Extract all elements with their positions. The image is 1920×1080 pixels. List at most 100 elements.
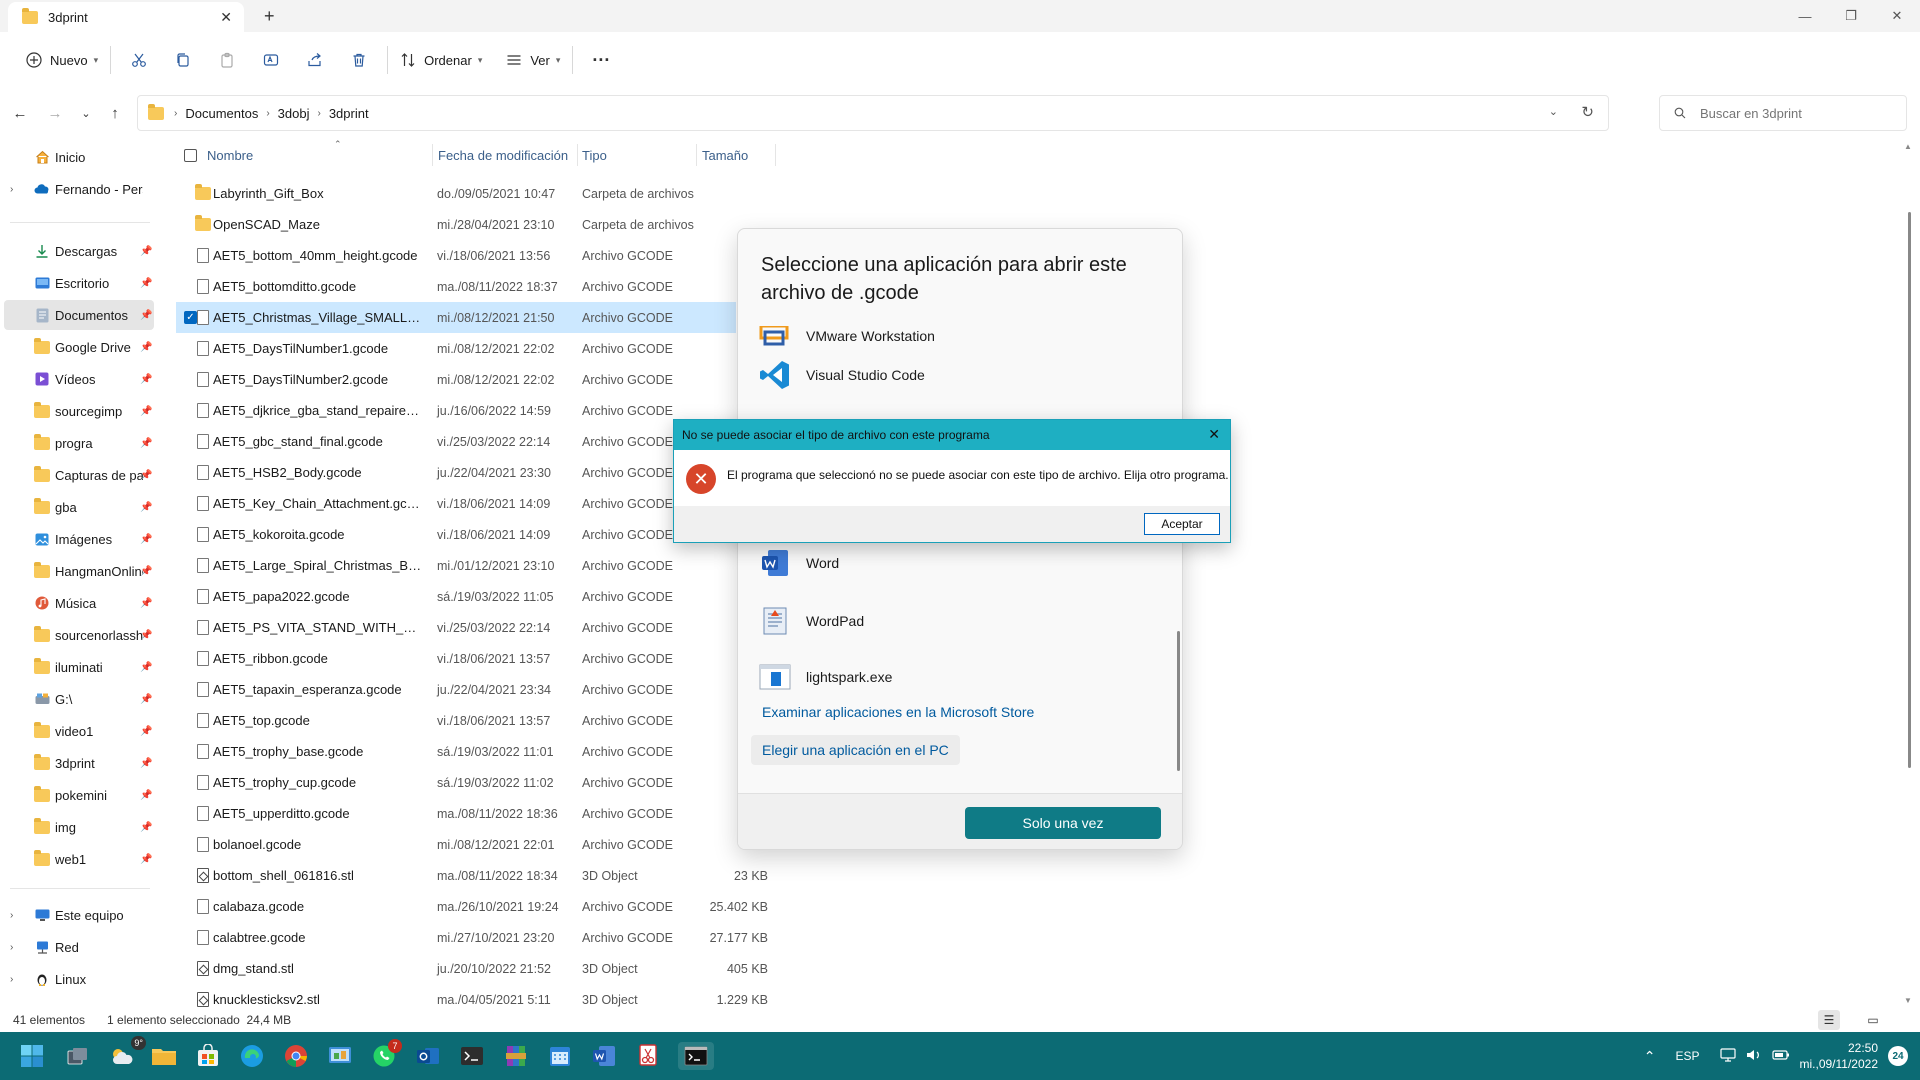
tab-3dprint[interactable]: 3dprint ✕	[8, 2, 244, 32]
chrome-browser-icon[interactable]	[282, 1042, 310, 1070]
app-option-word[interactable]: Word	[758, 541, 1158, 585]
sidebar-item-imagenes[interactable]: Imágenes 📌	[0, 524, 158, 554]
network-status-icon[interactable]	[1719, 1047, 1736, 1065]
pin-icon[interactable]: 📌	[140, 662, 152, 673]
table-row[interactable]: AET5_papa2022.gcode sá./19/03/2022 11:05 A…	[176, 581, 776, 612]
scroll-up-arrow-icon[interactable]: ▲	[1904, 142, 1912, 151]
control-panel-icon[interactable]	[326, 1042, 354, 1070]
search-box[interactable]	[1659, 95, 1907, 131]
sidebar-item-sourcegimp[interactable]: sourcegimp 📌	[0, 396, 158, 426]
pin-icon[interactable]: 📌	[140, 598, 152, 609]
sidebar-item-linux[interactable]: › Linux	[0, 964, 158, 994]
sidebar-item-img[interactable]: img 📌	[0, 812, 158, 842]
pin-icon[interactable]: 📌	[140, 854, 152, 865]
app-option-vscode[interactable]: Visual Studio Code	[758, 353, 1158, 397]
sidebar-item-progra[interactable]: progra 📌	[0, 428, 158, 458]
close-icon[interactable]: ✕	[1208, 426, 1220, 443]
column-divider[interactable]	[577, 144, 578, 166]
rename-button[interactable]	[249, 42, 293, 78]
sidebar-item-drive-g[interactable]: G:\ 📌	[0, 684, 158, 714]
table-row[interactable]: AET5_trophy_base.gcode sá./19/03/2022 11:…	[176, 736, 776, 767]
table-row[interactable]: calabtree.gcode mi./27/10/2021 23:20 Archi…	[176, 922, 776, 953]
pin-icon[interactable]: 📌	[140, 278, 152, 289]
details-view-icon[interactable]: ☰	[1818, 1010, 1840, 1030]
minimize-button[interactable]: —	[1782, 0, 1828, 32]
pin-icon[interactable]: 📌	[140, 726, 152, 737]
sidebar-item-red[interactable]: › Red	[0, 932, 158, 962]
column-divider[interactable]	[775, 144, 776, 166]
pin-icon[interactable]: 📌	[140, 406, 152, 417]
just-once-button[interactable]: Solo una vez	[965, 807, 1161, 839]
app-option-lightspark[interactable]: lightspark.exe	[758, 655, 1158, 699]
file-explorer-icon[interactable]	[150, 1042, 178, 1070]
table-row[interactable]: AET5_Large_Spiral_Christmas_Ball_wit... m…	[176, 550, 776, 581]
sidebar-item-videos[interactable]: Vídeos 📌	[0, 364, 158, 394]
pin-icon[interactable]: 📌	[140, 470, 152, 481]
table-row[interactable]: AET5_PS_VITA_STAND_WITH_LOGO.gc... vi./25…	[176, 612, 776, 643]
battery-icon[interactable]	[1771, 1048, 1790, 1065]
microsoft-store-link[interactable]: Examinar aplicaciones en la Microsoft St…	[762, 704, 1034, 720]
sidebar-item-onedrive[interactable]: › Fernando - Persona	[0, 174, 158, 204]
new-button[interactable]: Nuevo ▾	[20, 42, 104, 78]
search-input[interactable]	[1700, 105, 1890, 121]
pin-icon[interactable]: 📌	[140, 566, 152, 577]
table-row[interactable]: AET5_upperditto.gcode ma./08/11/2022 18:3…	[176, 798, 776, 829]
weather-widget-icon[interactable]: 9°	[108, 1036, 146, 1070]
address-history-chevron-icon[interactable]: ⌄	[1549, 105, 1558, 118]
table-row[interactable]: AET5_top.gcode vi./18/06/2021 13:57 Archiv…	[176, 705, 776, 736]
whatsapp-icon[interactable]: 7	[370, 1039, 402, 1070]
table-row[interactable]: AET5_bottomditto.gcode ma./08/11/2022 18:…	[176, 271, 776, 302]
breadcrumb-documentos[interactable]: Documentos	[185, 106, 258, 121]
select-all-header[interactable]	[184, 140, 204, 170]
tiles-view-icon[interactable]: ▭	[1862, 1010, 1884, 1030]
start-windows-icon[interactable]	[18, 1042, 46, 1070]
choose-app-on-pc-link[interactable]: Elegir una aplicación en el PC	[751, 735, 960, 765]
table-row[interactable]: AET5_bottom_40mm_height.gcode vi./18/06/2…	[176, 240, 776, 271]
word-app-icon[interactable]	[590, 1042, 618, 1070]
sidebar-item-documentos[interactable]: Documentos 📌	[4, 300, 154, 330]
table-row[interactable]: AET5_ribbon.gcode vi./18/06/2021 13:57 Arc…	[176, 643, 776, 674]
new-tab-button[interactable]: +	[264, 6, 275, 27]
table-row[interactable]: calabaza.gcode ma./26/10/2021 19:24 Archiv…	[176, 891, 776, 922]
breadcrumb-3dobj[interactable]: 3dobj	[278, 106, 310, 121]
chevron-right-icon[interactable]: ›	[10, 184, 13, 195]
select-all-checkbox[interactable]	[184, 148, 197, 162]
table-row[interactable]: dmg_stand.stl ju./20/10/2022 21:52 3D Obje…	[176, 953, 776, 984]
show-hidden-icons-chevron-icon[interactable]: ⌃	[1644, 1048, 1656, 1065]
delete-button[interactable]	[337, 42, 381, 78]
sidebar-item-hangmanonline[interactable]: HangmanOnline 📌	[0, 556, 158, 586]
edge-browser-icon[interactable]	[238, 1042, 266, 1070]
app-option-vmware[interactable]: VMware Workstation	[758, 319, 1158, 353]
address-bar[interactable]: › Documentos › 3dobj › 3dprint ⌄ ↻	[137, 95, 1609, 131]
cut-button[interactable]	[117, 42, 161, 78]
up-button[interactable]: ↑	[103, 101, 127, 125]
vertical-scrollbar[interactable]	[1908, 212, 1911, 768]
share-button[interactable]	[293, 42, 337, 78]
pin-icon[interactable]: 📌	[140, 822, 152, 833]
sidebar-item-pokemini[interactable]: pokemini 📌	[0, 780, 158, 810]
outlook-icon[interactable]	[414, 1042, 442, 1070]
sidebar-item-descargas[interactable]: Descargas 📌	[0, 236, 158, 266]
table-row[interactable]: Labyrinth_Gift_Box do./09/05/2021 10:47 Ca…	[176, 178, 776, 209]
table-row[interactable]: OpenSCAD_Maze mi./28/04/2021 23:10 Carpeta…	[176, 209, 776, 240]
forward-button[interactable]: →	[43, 101, 67, 125]
column-header-size[interactable]: Tamaño	[702, 140, 772, 170]
table-row[interactable]: bottom_shell_061816.stl ma./08/11/2022 18…	[176, 860, 776, 891]
table-row[interactable]: AET5_tapaxin_esperanza.gcode ju./22/04/20…	[176, 674, 776, 705]
table-row[interactable]: bolanoel.gcode mi./08/12/2021 22:01 Archiv…	[176, 829, 776, 860]
close-window-button[interactable]: ✕	[1874, 0, 1920, 32]
sidebar-item-iluminati[interactable]: iluminati 📌	[0, 652, 158, 682]
refresh-icon[interactable]: ↻	[1581, 103, 1594, 121]
scroll-down-arrow-icon[interactable]: ▼	[1904, 996, 1912, 1005]
terminal-icon[interactable]	[458, 1042, 486, 1070]
tab-close-icon[interactable]: ✕	[220, 9, 232, 26]
table-row[interactable]: AET5_DaysTilNumber1.gcode mi./08/12/2021 …	[176, 333, 776, 364]
sidebar-item-inicio[interactable]: Inicio	[0, 142, 158, 172]
pin-icon[interactable]: 📌	[140, 534, 152, 545]
sidebar-item-video1[interactable]: video1 📌	[0, 716, 158, 746]
sort-button[interactable]: Ordenar ▾	[394, 42, 488, 78]
sidebar-item-3dprint[interactable]: 3dprint 📌	[0, 748, 158, 778]
column-divider[interactable]	[432, 144, 433, 166]
sidebar-item-capturas[interactable]: Capturas de pan 📌	[0, 460, 158, 490]
breadcrumb-3dprint[interactable]: 3dprint	[329, 106, 369, 121]
